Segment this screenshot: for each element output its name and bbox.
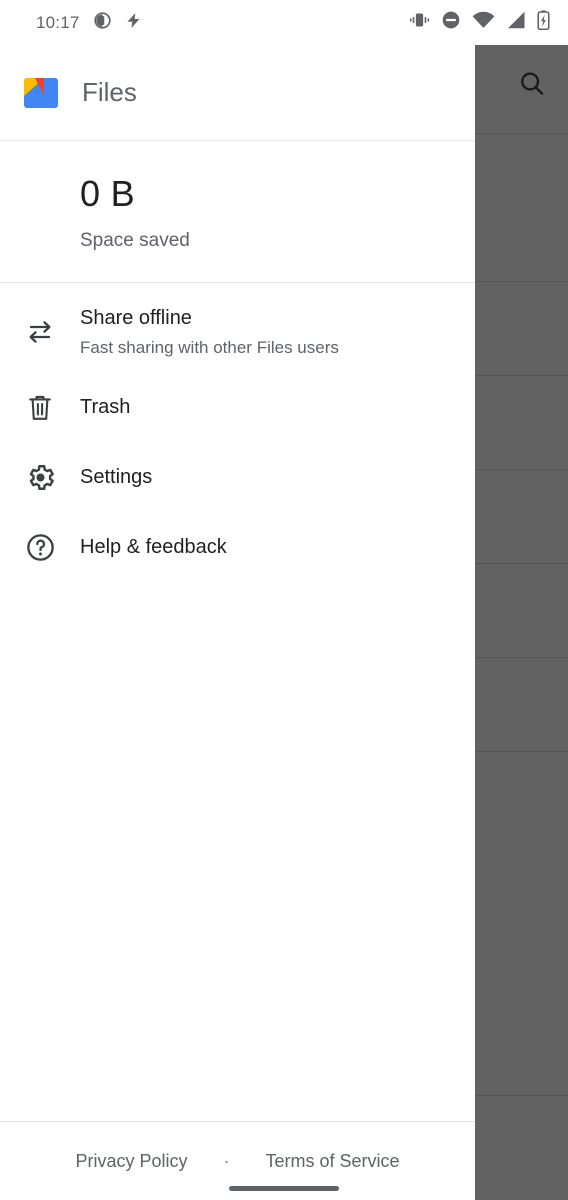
drawer-item-share-offline[interactable]: Share offline Fast sharing with other Fi… (0, 291, 475, 373)
drawer-item-title: Help & feedback (80, 536, 227, 559)
navigation-drawer: Files 0 B Space saved Share offline Fast… (0, 45, 475, 1200)
status-clock: 10:17 (36, 12, 80, 32)
privacy-policy-link[interactable]: Privacy Policy (75, 1151, 187, 1172)
scrim-divider (475, 133, 568, 134)
terms-of-service-link[interactable]: Terms of Service (265, 1151, 399, 1172)
drawer-item-subtitle: Fast sharing with other Files users (80, 337, 339, 357)
files-app-logo (24, 77, 58, 108)
scrim-divider (475, 375, 568, 376)
drawer-item-trash[interactable]: Trash (0, 373, 475, 443)
drawer-scrim-overlay[interactable] (475, 45, 568, 1200)
gear-icon (0, 462, 80, 493)
status-bar-left: 10:17 (36, 11, 142, 35)
drawer-item-settings[interactable]: Settings (0, 443, 475, 513)
scrim-divider (475, 469, 568, 470)
scrim-divider (475, 657, 568, 658)
do-not-disturb-icon (441, 10, 461, 35)
space-saved-value: 0 B (80, 173, 135, 214)
scrim-divider (475, 1095, 568, 1096)
scrim-divider (475, 751, 568, 752)
scrim-divider (475, 281, 568, 282)
drawer-header: Files (0, 45, 475, 140)
status-bar-right (409, 10, 550, 35)
drawer-item-title: Trash (80, 396, 131, 419)
swap-arrows-icon (0, 317, 80, 347)
drawer-item-help-feedback[interactable]: Help & feedback (0, 513, 475, 583)
scrim-divider (475, 563, 568, 564)
drawer-nav-list: Share offline Fast sharing with other Fi… (0, 283, 475, 583)
app-title: Files (82, 77, 137, 107)
space-saved-label: Space saved (80, 229, 190, 251)
drawer-item-title: Share offline (80, 306, 192, 329)
drawer-item-title: Settings (80, 466, 153, 489)
phone-screen: 10:17 Files 0 B Space saved Share offlin… (0, 0, 568, 1200)
help-circle-icon (0, 532, 80, 563)
flash-icon (125, 11, 142, 35)
status-bar: 10:17 (0, 0, 568, 45)
storage-summary[interactable]: 0 B Space saved (0, 141, 475, 282)
cell-signal-icon (506, 11, 526, 34)
gesture-navigation-pill[interactable] (229, 1186, 339, 1191)
wifi-icon (472, 11, 495, 34)
battery-charging-icon (537, 10, 550, 35)
vibrate-icon (409, 11, 430, 34)
trash-icon (0, 393, 80, 423)
screenshot-icon (93, 11, 112, 35)
footer-separator: · (223, 1150, 230, 1171)
search-icon[interactable] (510, 62, 554, 106)
